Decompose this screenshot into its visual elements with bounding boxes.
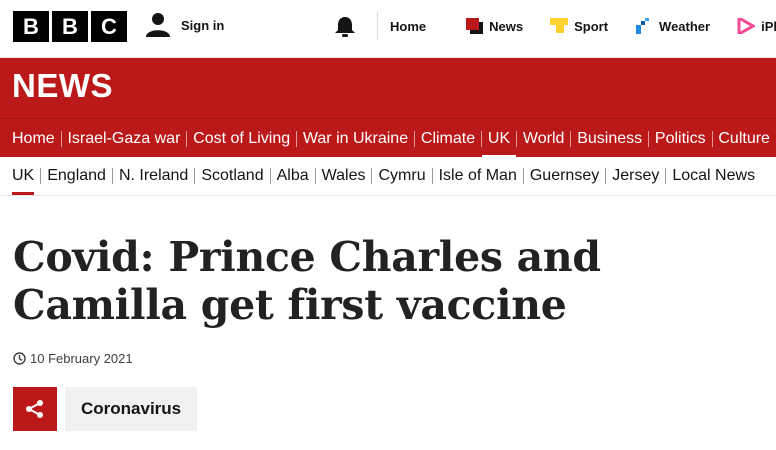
sport-icon (550, 18, 569, 33)
topnav-iplayer[interactable]: iPlayer (737, 18, 776, 34)
logo-letter: B (13, 11, 49, 42)
section-item-politics[interactable]: Politics (649, 119, 712, 158)
bell-icon[interactable] (332, 14, 358, 40)
share-icon (26, 400, 43, 418)
subnav-item-wales[interactable]: Wales (316, 157, 372, 195)
subnav-item-alba[interactable]: Alba (271, 157, 315, 195)
person-icon (146, 13, 170, 37)
section-navigation: Home Israel-Gaza war Cost of Living War … (0, 118, 776, 158)
weather-icon (636, 18, 650, 34)
section-item-israel-gaza[interactable]: Israel-Gaza war (61, 119, 186, 158)
top-navigation: Home News Sport Weather iPl (390, 0, 776, 52)
news-logo[interactable]: NEWS (12, 67, 113, 105)
topnav-label: Sport (574, 18, 609, 34)
topnav-label: iPlayer (761, 18, 776, 34)
topnav-label: News (489, 18, 524, 34)
subnav-item-jersey[interactable]: Jersey (606, 157, 665, 195)
topnav-sport[interactable]: Sport (550, 18, 608, 34)
global-header: B B C Sign in Home News Sport Weather iP… (0, 0, 776, 58)
subnav-item-england[interactable]: England (41, 157, 112, 195)
article-headline: Covid: Prince Charles and Camilla get fi… (13, 233, 601, 329)
subnav-item-n-ireland[interactable]: N. Ireland (113, 157, 194, 195)
topnav-weather[interactable]: Weather (635, 18, 710, 34)
section-item-home[interactable]: Home (6, 119, 61, 158)
topnav-label: Weather (659, 18, 711, 34)
subnav-item-guernsey[interactable]: Guernsey (524, 157, 605, 195)
section-item-culture[interactable]: Culture (712, 119, 776, 158)
logo-letter: B (52, 11, 88, 42)
uk-sub-navigation: UK England N. Ireland Scotland Alba Wale… (0, 157, 776, 196)
section-item-cost-of-living[interactable]: Cost of Living (187, 119, 296, 158)
subnav-item-local-news[interactable]: Local News (666, 157, 761, 195)
topnav-label: Home (390, 18, 427, 34)
subnav-item-uk[interactable]: UK (6, 157, 40, 195)
section-item-uk[interactable]: UK (481, 119, 517, 158)
subnav-item-isle-of-man[interactable]: Isle of Man (433, 157, 523, 195)
topic-tag-link[interactable]: Coronavirus (65, 387, 198, 431)
section-item-world[interactable]: World (517, 119, 571, 158)
topnav-home[interactable]: Home (390, 19, 426, 34)
share-button[interactable] (13, 387, 57, 431)
sign-in-label: Sign in (181, 17, 225, 33)
section-item-war-in-ukraine[interactable]: War in Ukraine (297, 119, 414, 158)
subnav-item-cymru[interactable]: Cymru (372, 157, 431, 195)
news-icon (466, 18, 484, 34)
logo-letter: C (91, 11, 127, 42)
news-banner: NEWS (0, 58, 776, 118)
section-item-climate[interactable]: Climate (415, 119, 481, 158)
sign-in-link[interactable]: Sign in (145, 12, 224, 38)
section-item-business[interactable]: Business (571, 119, 648, 158)
article-date: 10 February 2021 (13, 351, 133, 366)
iplayer-icon (737, 18, 756, 34)
subnav-item-scotland[interactable]: Scotland (195, 157, 269, 195)
topic-tag-label: Coronavirus (81, 399, 182, 418)
clock-icon (13, 352, 26, 365)
header-divider (377, 12, 378, 40)
date-text: 10 February 2021 (30, 351, 133, 366)
bbc-logo[interactable]: B B C (13, 11, 127, 42)
topnav-news[interactable]: News (465, 18, 523, 34)
